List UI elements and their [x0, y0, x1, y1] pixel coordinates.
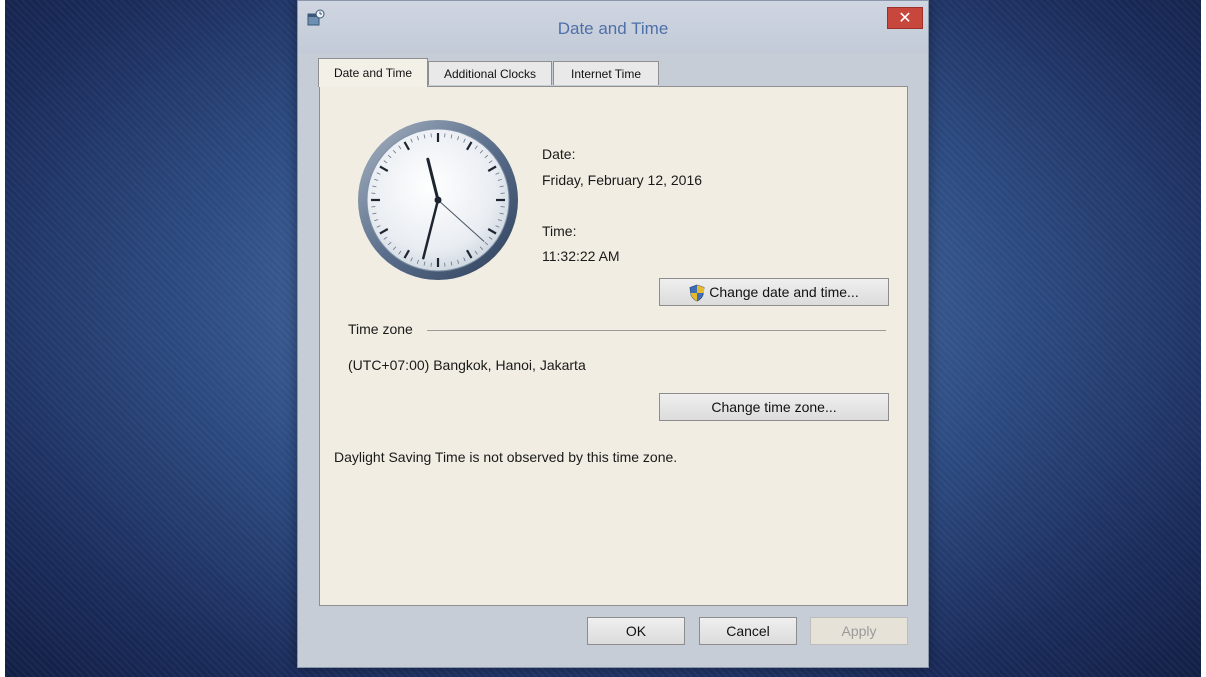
- tab-internet-time[interactable]: Internet Time: [553, 61, 659, 85]
- ok-button[interactable]: OK: [587, 617, 685, 645]
- date-time-dialog: Date and Time ✕ Date and Time Additional…: [297, 0, 929, 668]
- title-bar: Date and Time ✕: [298, 1, 928, 53]
- change-date-time-button[interactable]: Change date and time...: [659, 278, 889, 306]
- time-zone-divider: [427, 330, 886, 331]
- uac-shield-icon: [689, 284, 705, 302]
- time-zone-value: (UTC+07:00) Bangkok, Hanoi, Jakarta: [348, 357, 586, 373]
- dst-note: Daylight Saving Time is not observed by …: [334, 449, 678, 465]
- change-time-zone-button[interactable]: Change time zone...: [659, 393, 889, 421]
- tab-date-and-time[interactable]: Date and Time: [318, 58, 428, 87]
- close-button[interactable]: ✕: [887, 7, 923, 29]
- time-label: Time:: [542, 223, 577, 239]
- analog-clock-icon: [358, 120, 518, 280]
- apply-button[interactable]: Apply: [810, 617, 908, 645]
- window-title: Date and Time: [557, 19, 669, 38]
- tab-additional-clocks[interactable]: Additional Clocks: [428, 61, 552, 85]
- tab-panel: Date: Friday, February 12, 2016 Time: 11…: [319, 86, 908, 606]
- cancel-button[interactable]: Cancel: [699, 617, 797, 645]
- time-value: 11:32:22 AM: [542, 248, 620, 264]
- date-value: Friday, February 12, 2016: [542, 172, 703, 188]
- change-date-time-label: Change date and time...: [709, 284, 859, 300]
- time-zone-heading: Time zone: [348, 321, 413, 337]
- date-label: Date:: [542, 146, 576, 162]
